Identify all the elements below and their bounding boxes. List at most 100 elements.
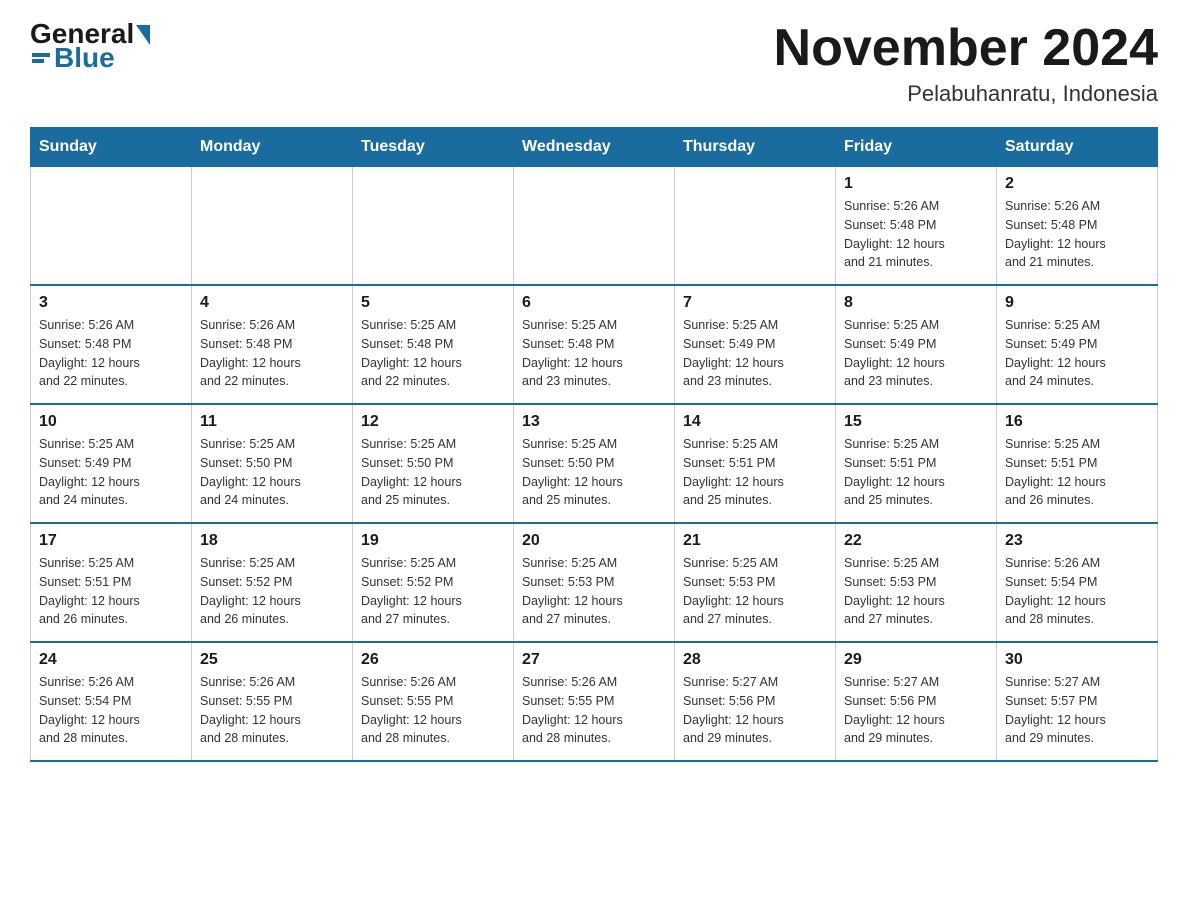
- calendar-cell: 13Sunrise: 5:25 AMSunset: 5:50 PMDayligh…: [514, 404, 675, 523]
- day-info: Sunrise: 5:26 AMSunset: 5:48 PMDaylight:…: [844, 197, 988, 272]
- calendar-cell: 2Sunrise: 5:26 AMSunset: 5:48 PMDaylight…: [997, 167, 1158, 286]
- calendar-cell: [353, 167, 514, 286]
- day-number: 8: [844, 294, 988, 312]
- calendar-cell: 28 Sunrise: 5:27 AMSunset: 5:56 PMDayligh…: [675, 642, 836, 761]
- day-number: 18: [200, 532, 344, 550]
- day-number: 14: [683, 413, 827, 431]
- day-info: Sunrise: 5:25 AMSunset: 5:49 PMDaylight:…: [683, 316, 827, 391]
- week-row-3: 10Sunrise: 5:25 AMSunset: 5:49 PMDayligh…: [31, 404, 1158, 523]
- calendar-cell: 21 Sunrise: 5:25 AMSunset: 5:53 PMDayligh…: [675, 523, 836, 642]
- calendar-cell: 17Sunrise: 5:25 AMSunset: 5:51 PMDayligh…: [31, 523, 192, 642]
- weekday-header-sunday: Sunday: [31, 128, 192, 167]
- calendar-cell: 20 Sunrise: 5:25 AMSunset: 5:53 PMDayligh…: [514, 523, 675, 642]
- calendar-cell: 7 Sunrise: 5:25 AMSunset: 5:49 PMDaylight…: [675, 285, 836, 404]
- day-info: Sunrise: 5:25 AMSunset: 5:51 PMDaylight:…: [1005, 435, 1149, 510]
- weekday-header-row: SundayMondayTuesdayWednesdayThursdayFrid…: [31, 128, 1158, 167]
- day-number: 26: [361, 651, 505, 669]
- calendar-cell: 18 Sunrise: 5:25 AMSunset: 5:52 PMDayligh…: [192, 523, 353, 642]
- day-number: 27: [522, 651, 666, 669]
- day-info: Sunrise: 5:25 AMSunset: 5:51 PMDaylight:…: [844, 435, 988, 510]
- day-info: Sunrise: 5:25 AMSunset: 5:52 PMDaylight:…: [200, 554, 344, 629]
- week-row-4: 17Sunrise: 5:25 AMSunset: 5:51 PMDayligh…: [31, 523, 1158, 642]
- calendar-cell: 19 Sunrise: 5:25 AMSunset: 5:52 PMDayligh…: [353, 523, 514, 642]
- calendar-cell: [192, 167, 353, 286]
- calendar-cell: 25 Sunrise: 5:26 AMSunset: 5:55 PMDayligh…: [192, 642, 353, 761]
- calendar-cell: 22 Sunrise: 5:25 AMSunset: 5:53 PMDayligh…: [836, 523, 997, 642]
- logo-triangle-icon: [136, 25, 150, 45]
- calendar-cell: 29 Sunrise: 5:27 AMSunset: 5:56 PMDayligh…: [836, 642, 997, 761]
- calendar-cell: 4Sunrise: 5:26 AMSunset: 5:48 PMDaylight…: [192, 285, 353, 404]
- day-info: Sunrise: 5:25 AMSunset: 5:49 PMDaylight:…: [844, 316, 988, 391]
- calendar-cell: 9Sunrise: 5:25 AMSunset: 5:49 PMDaylight…: [997, 285, 1158, 404]
- calendar-cell: 26 Sunrise: 5:26 AMSunset: 5:55 PMDayligh…: [353, 642, 514, 761]
- day-number: 16: [1005, 413, 1149, 431]
- day-info: Sunrise: 5:25 AMSunset: 5:53 PMDaylight:…: [522, 554, 666, 629]
- day-number: 15: [844, 413, 988, 431]
- day-number: 5: [361, 294, 505, 312]
- logo-bar-icon: [32, 51, 50, 65]
- day-number: 11: [200, 413, 344, 431]
- calendar-cell: [675, 167, 836, 286]
- day-info: Sunrise: 5:26 AMSunset: 5:54 PMDaylight:…: [1005, 554, 1149, 629]
- day-info: Sunrise: 5:26 AMSunset: 5:55 PMDaylight:…: [361, 673, 505, 748]
- calendar-cell: 1 Sunrise: 5:26 AMSunset: 5:48 PMDaylight…: [836, 167, 997, 286]
- title-block: November 2024 Pelabuhanratu, Indonesia: [774, 20, 1158, 107]
- day-info: Sunrise: 5:25 AMSunset: 5:49 PMDaylight:…: [1005, 316, 1149, 391]
- day-number: 29: [844, 651, 988, 669]
- day-info: Sunrise: 5:25 AMSunset: 5:51 PMDaylight:…: [683, 435, 827, 510]
- day-info: Sunrise: 5:26 AMSunset: 5:48 PMDaylight:…: [200, 316, 344, 391]
- location-label: Pelabuhanratu, Indonesia: [774, 81, 1158, 107]
- day-number: 28: [683, 651, 827, 669]
- weekday-header-friday: Friday: [836, 128, 997, 167]
- calendar-cell: 3Sunrise: 5:26 AMSunset: 5:48 PMDaylight…: [31, 285, 192, 404]
- day-number: 25: [200, 651, 344, 669]
- day-info: Sunrise: 5:25 AMSunset: 5:50 PMDaylight:…: [361, 435, 505, 510]
- calendar-cell: 5Sunrise: 5:25 AMSunset: 5:48 PMDaylight…: [353, 285, 514, 404]
- week-row-5: 24 Sunrise: 5:26 AMSunset: 5:54 PMDayligh…: [31, 642, 1158, 761]
- day-info: Sunrise: 5:26 AMSunset: 5:55 PMDaylight:…: [200, 673, 344, 748]
- page-header: General Blue November 2024 Pelabuhanratu…: [30, 20, 1158, 107]
- day-number: 3: [39, 294, 183, 312]
- weekday-header-monday: Monday: [192, 128, 353, 167]
- day-number: 19: [361, 532, 505, 550]
- day-info: Sunrise: 5:26 AMSunset: 5:54 PMDaylight:…: [39, 673, 183, 748]
- day-info: Sunrise: 5:25 AMSunset: 5:53 PMDaylight:…: [844, 554, 988, 629]
- day-info: Sunrise: 5:27 AMSunset: 5:56 PMDaylight:…: [844, 673, 988, 748]
- day-info: Sunrise: 5:26 AMSunset: 5:55 PMDaylight:…: [522, 673, 666, 748]
- day-number: 12: [361, 413, 505, 431]
- day-number: 24: [39, 651, 183, 669]
- calendar-cell: [514, 167, 675, 286]
- month-title: November 2024: [774, 20, 1158, 77]
- week-row-1: 1 Sunrise: 5:26 AMSunset: 5:48 PMDaylight…: [31, 167, 1158, 286]
- calendar-cell: 23 Sunrise: 5:26 AMSunset: 5:54 PMDayligh…: [997, 523, 1158, 642]
- logo-blue-text: Blue: [54, 44, 115, 72]
- day-info: Sunrise: 5:25 AMSunset: 5:52 PMDaylight:…: [361, 554, 505, 629]
- calendar-cell: 24 Sunrise: 5:26 AMSunset: 5:54 PMDayligh…: [31, 642, 192, 761]
- day-info: Sunrise: 5:25 AMSunset: 5:53 PMDaylight:…: [683, 554, 827, 629]
- day-info: Sunrise: 5:25 AMSunset: 5:49 PMDaylight:…: [39, 435, 183, 510]
- weekday-header-wednesday: Wednesday: [514, 128, 675, 167]
- calendar-cell: 30 Sunrise: 5:27 AMSunset: 5:57 PMDayligh…: [997, 642, 1158, 761]
- calendar-cell: 14 Sunrise: 5:25 AMSunset: 5:51 PMDayligh…: [675, 404, 836, 523]
- day-number: 20: [522, 532, 666, 550]
- day-info: Sunrise: 5:25 AMSunset: 5:51 PMDaylight:…: [39, 554, 183, 629]
- logo: General Blue: [30, 20, 150, 72]
- calendar-cell: 11 Sunrise: 5:25 AMSunset: 5:50 PMDayligh…: [192, 404, 353, 523]
- day-number: 23: [1005, 532, 1149, 550]
- day-number: 13: [522, 413, 666, 431]
- day-number: 22: [844, 532, 988, 550]
- day-number: 30: [1005, 651, 1149, 669]
- day-info: Sunrise: 5:27 AMSunset: 5:57 PMDaylight:…: [1005, 673, 1149, 748]
- calendar-cell: 27 Sunrise: 5:26 AMSunset: 5:55 PMDayligh…: [514, 642, 675, 761]
- calendar-cell: 12 Sunrise: 5:25 AMSunset: 5:50 PMDayligh…: [353, 404, 514, 523]
- day-number: 7: [683, 294, 827, 312]
- calendar-cell: 15 Sunrise: 5:25 AMSunset: 5:51 PMDayligh…: [836, 404, 997, 523]
- calendar-cell: 6Sunrise: 5:25 AMSunset: 5:48 PMDaylight…: [514, 285, 675, 404]
- day-number: 21: [683, 532, 827, 550]
- calendar-cell: [31, 167, 192, 286]
- day-number: 1: [844, 175, 988, 193]
- day-number: 2: [1005, 175, 1149, 193]
- weekday-header-tuesday: Tuesday: [353, 128, 514, 167]
- day-info: Sunrise: 5:27 AMSunset: 5:56 PMDaylight:…: [683, 673, 827, 748]
- day-info: Sunrise: 5:25 AMSunset: 5:50 PMDaylight:…: [200, 435, 344, 510]
